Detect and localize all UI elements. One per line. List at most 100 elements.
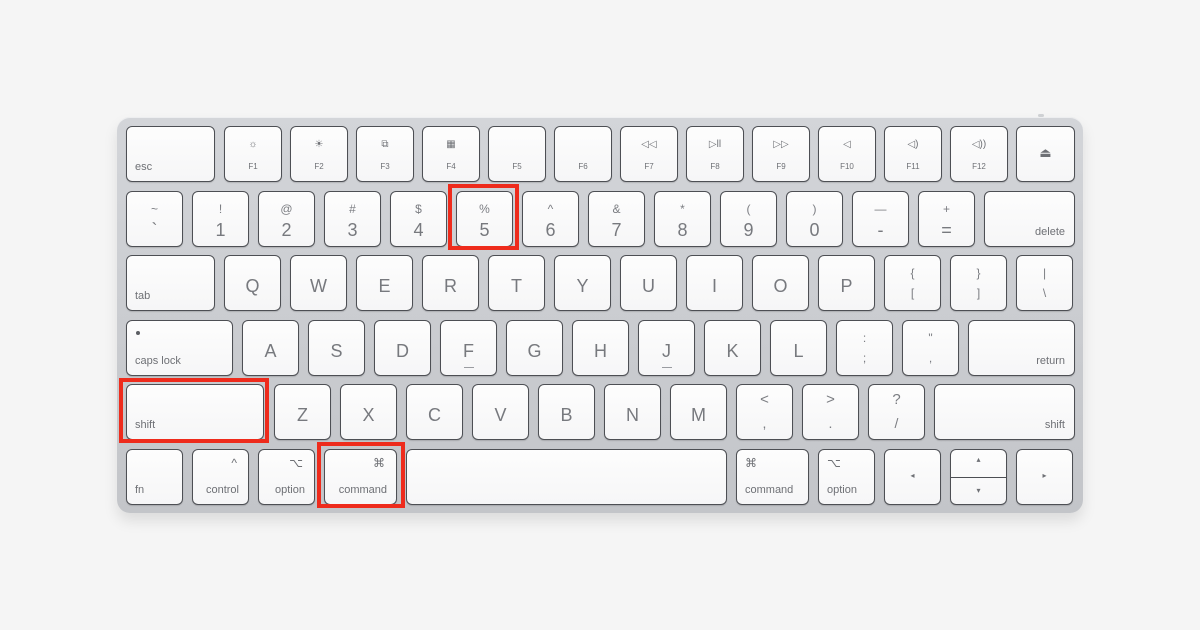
key-l[interactable]: L: [770, 320, 827, 376]
key-5[interactable]: % 5: [456, 191, 513, 247]
key-f2[interactable]: ☀ F2: [290, 126, 348, 182]
key-f12[interactable]: ◁)) F12: [950, 126, 1008, 182]
key-e[interactable]: E: [356, 255, 413, 311]
key-p[interactable]: P: [818, 255, 875, 311]
key-shift-left[interactable]: shift: [126, 384, 264, 440]
key-semicolon[interactable]: :;: [836, 320, 893, 376]
key-f1[interactable]: ☼ F1: [224, 126, 282, 182]
key-backslash[interactable]: | \: [1016, 255, 1073, 311]
key-label: 7: [611, 220, 622, 240]
key-label: A: [264, 341, 277, 361]
key-2[interactable]: @2: [258, 191, 315, 247]
fast-forward-icon: ▷▷: [773, 139, 789, 150]
key-equals[interactable]: + =: [918, 191, 975, 247]
key-comma[interactable]: <,: [736, 384, 793, 440]
key-label: -: [877, 220, 884, 240]
key-close-bracket[interactable]: }]: [950, 255, 1007, 311]
key-tab[interactable]: tab: [126, 255, 215, 311]
key-shift-symbol: :: [862, 331, 867, 345]
key-f9[interactable]: ▷▷ F9: [752, 126, 810, 182]
key-label: D: [396, 341, 409, 361]
key-w[interactable]: W: [290, 255, 347, 311]
key-shift-symbol: |: [1042, 266, 1047, 280]
key-minus[interactable]: — -: [852, 191, 909, 247]
key-f8[interactable]: ▷ll F8: [686, 126, 744, 182]
key-d[interactable]: D: [374, 320, 431, 376]
key-x[interactable]: X: [340, 384, 397, 440]
key-caps-lock[interactable]: caps lock: [126, 320, 233, 376]
key-arrow-up[interactable]: ▴: [951, 450, 1006, 477]
key-y[interactable]: Y: [554, 255, 611, 311]
key-t[interactable]: T: [488, 255, 545, 311]
key-period[interactable]: >.: [802, 384, 859, 440]
key-space[interactable]: [406, 449, 727, 505]
key-arrow-down[interactable]: ▾: [951, 477, 1006, 504]
key-8[interactable]: * 8: [654, 191, 711, 247]
key-shift-symbol: {: [910, 266, 915, 280]
key-s[interactable]: S: [308, 320, 365, 376]
key-fn[interactable]: fn: [126, 449, 183, 505]
key-f4[interactable]: ▦ F4: [422, 126, 480, 182]
key-3[interactable]: #3: [324, 191, 381, 247]
key-1[interactable]: ! 1: [192, 191, 249, 247]
key-arrow-right[interactable]: ▸: [1016, 449, 1073, 505]
key-7[interactable]: & 7: [588, 191, 645, 247]
key-control[interactable]: ^ control: [192, 449, 249, 505]
key-q[interactable]: Q: [224, 255, 281, 311]
arrow-up-icon: ▴: [976, 455, 981, 464]
key-label: Z: [297, 405, 308, 425]
brightness-up-icon: ☀: [314, 139, 324, 150]
key-f10[interactable]: ◁ F10: [818, 126, 876, 182]
key-shift-right[interactable]: shift: [934, 384, 1075, 440]
key-label: F12: [972, 162, 986, 171]
key-label: T: [511, 276, 522, 296]
key-eject[interactable]: ⏏: [1016, 126, 1075, 182]
key-j[interactable]: J: [638, 320, 695, 376]
key-esc[interactable]: esc: [126, 126, 215, 182]
key-open-bracket[interactable]: {[: [884, 255, 941, 311]
arrow-right-icon: ▸: [1042, 471, 1047, 480]
key-label: 6: [545, 220, 556, 240]
key-u[interactable]: U: [620, 255, 677, 311]
key-f11[interactable]: ◁) F11: [884, 126, 942, 182]
key-f7[interactable]: ◁◁ F7: [620, 126, 678, 182]
key-4[interactable]: $4: [390, 191, 447, 247]
key-z[interactable]: Z: [274, 384, 331, 440]
key-f6[interactable]: F6: [554, 126, 612, 182]
key-n[interactable]: N: [604, 384, 661, 440]
key-m[interactable]: M: [670, 384, 727, 440]
key-grave[interactable]: ~ `: [126, 191, 183, 247]
key-a[interactable]: A: [242, 320, 299, 376]
key-option-left[interactable]: ⌥ option: [258, 449, 315, 505]
key-label: J: [662, 341, 671, 361]
key-0[interactable]: ) 0: [786, 191, 843, 247]
key-h[interactable]: H: [572, 320, 629, 376]
key-option-right[interactable]: ⌥ option: [818, 449, 875, 505]
key-label: F7: [644, 162, 654, 171]
key-shift-symbol: ~: [150, 202, 158, 216]
key-r[interactable]: R: [422, 255, 479, 311]
key-6[interactable]: ^ 6: [522, 191, 579, 247]
key-f[interactable]: F: [440, 320, 497, 376]
key-i[interactable]: I: [686, 255, 743, 311]
key-label: E: [378, 276, 391, 296]
key-f5[interactable]: F5: [488, 126, 546, 182]
key-c[interactable]: C: [406, 384, 463, 440]
key-label: fn: [135, 484, 145, 496]
key-label: tab: [135, 290, 151, 302]
key-quote[interactable]: ",: [902, 320, 959, 376]
key-label: \: [1042, 286, 1047, 300]
key-return[interactable]: return: [968, 320, 1075, 376]
key-slash[interactable]: ? /: [868, 384, 925, 440]
key-f3[interactable]: ⧉ F3: [356, 126, 414, 182]
key-v[interactable]: V: [472, 384, 529, 440]
key-9[interactable]: (9: [720, 191, 777, 247]
key-o[interactable]: O: [752, 255, 809, 311]
key-arrow-left[interactable]: ◂: [884, 449, 941, 505]
key-k[interactable]: K: [704, 320, 761, 376]
key-delete[interactable]: delete: [984, 191, 1075, 247]
key-g[interactable]: G: [506, 320, 563, 376]
key-command-right[interactable]: ⌘ command: [736, 449, 809, 505]
key-b[interactable]: B: [538, 384, 595, 440]
key-command-left[interactable]: ⌘ command: [324, 449, 397, 505]
